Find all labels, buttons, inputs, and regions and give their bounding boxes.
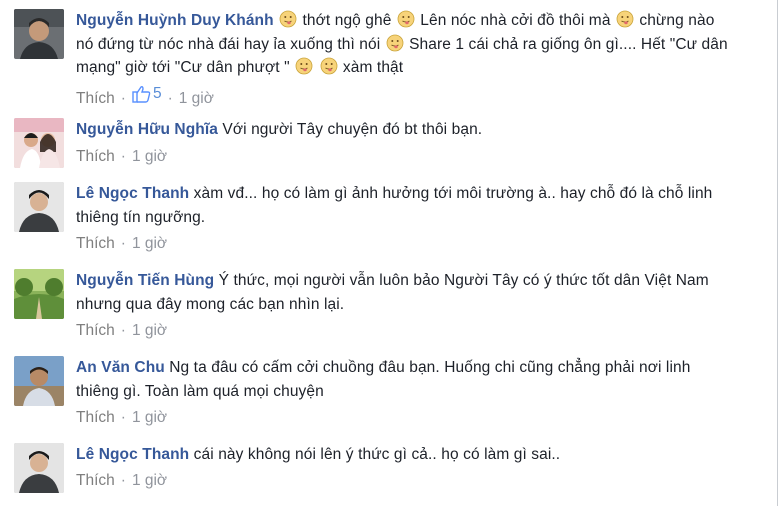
timestamp[interactable]: 1 giờ bbox=[179, 90, 214, 107]
like-link[interactable]: Thích bbox=[76, 472, 115, 489]
panel-border bbox=[777, 0, 778, 506]
like-link[interactable]: Thích bbox=[76, 90, 115, 107]
timestamp[interactable]: 1 giờ bbox=[132, 472, 167, 489]
comment-body: Nguyễn Hữu Nghĩa Với người Tây chuyện đó… bbox=[76, 118, 736, 142]
comment-author-link[interactable]: Nguyễn Huỳnh Duy Khánh bbox=[76, 12, 274, 29]
separator-dot: · bbox=[120, 472, 126, 489]
like-link[interactable]: Thích bbox=[76, 322, 115, 339]
comment-body: Lê Ngọc Thanh xàm vđ... họ có làm gì ảnh… bbox=[76, 182, 736, 229]
avatar[interactable] bbox=[14, 182, 64, 232]
separator-dot: · bbox=[120, 90, 126, 107]
comment-author-link[interactable]: Lê Ngọc Thanh bbox=[76, 185, 189, 202]
comment-body: Nguyễn Tiến Hùng Ý thức, mọi người vẫn l… bbox=[76, 269, 736, 316]
tongue-face-emoticon-icon bbox=[279, 10, 297, 28]
comment-body: Lê Ngọc Thanh cái này không nói lên ý th… bbox=[76, 443, 736, 467]
timestamp[interactable]: 1 giờ bbox=[132, 409, 167, 426]
thumbs-up-icon bbox=[132, 86, 151, 103]
comment-actions: Thích · 5 · 1 giờ bbox=[76, 84, 214, 109]
separator-dot: · bbox=[120, 148, 126, 165]
like-count[interactable]: 5 bbox=[132, 84, 162, 104]
avatar[interactable] bbox=[14, 118, 64, 168]
comment-text: Ng ta đâu có cấm cởi chuồng đâu bạn. Huố… bbox=[76, 359, 691, 400]
comment-author-link[interactable]: Lê Ngọc Thanh bbox=[76, 446, 189, 463]
separator-dot: · bbox=[167, 90, 173, 107]
timestamp[interactable]: 1 giờ bbox=[132, 322, 167, 339]
tongue-face-emoticon-icon bbox=[295, 57, 313, 75]
tongue-face-emoticon-icon bbox=[616, 10, 634, 28]
like-link[interactable]: Thích bbox=[76, 235, 115, 252]
separator-dot: · bbox=[120, 409, 126, 426]
comment-actions: Thích · 1 giờ bbox=[76, 321, 167, 341]
avatar[interactable] bbox=[14, 9, 64, 59]
comment-actions: Thích · 1 giờ bbox=[76, 408, 167, 428]
comment-body: Nguyễn Huỳnh Duy Khánh thớt ngộ ghê Lên … bbox=[76, 9, 736, 80]
comment-author-link[interactable]: An Văn Chu bbox=[76, 359, 165, 376]
timestamp[interactable]: 1 giờ bbox=[132, 235, 167, 252]
comment-text: cái này không nói lên ý thức gì cả.. họ … bbox=[193, 446, 561, 463]
comment-text: thớt ngộ ghê bbox=[298, 12, 396, 29]
like-link[interactable]: Thích bbox=[76, 409, 115, 426]
avatar[interactable] bbox=[14, 443, 64, 493]
avatar[interactable] bbox=[14, 356, 64, 406]
like-link[interactable]: Thích bbox=[76, 148, 115, 165]
comment-body: An Văn Chu Ng ta đâu có cấm cởi chuồng đ… bbox=[76, 356, 736, 403]
timestamp[interactable]: 1 giờ bbox=[132, 148, 167, 165]
comment-actions: Thích · 1 giờ bbox=[76, 471, 167, 491]
comment-text: Với người Tây chuyện đó bt thôi bạn. bbox=[222, 121, 483, 138]
comment-author-link[interactable]: Nguyễn Hữu Nghĩa bbox=[76, 121, 218, 138]
comment-author-link[interactable]: Nguyễn Tiến Hùng bbox=[76, 272, 214, 289]
comment-text: Lên nóc nhà cởi đồ thôi mà bbox=[415, 12, 615, 29]
separator-dot: · bbox=[120, 322, 126, 339]
separator-dot: · bbox=[120, 235, 126, 252]
like-count-value: 5 bbox=[152, 85, 162, 102]
comment-actions: Thích · 1 giờ bbox=[76, 234, 167, 254]
tongue-face-emoticon-icon bbox=[397, 10, 415, 28]
comment-actions: Thích · 1 giờ bbox=[76, 147, 167, 167]
tongue-face-emoticon-icon bbox=[386, 34, 404, 52]
comment-text: xàm thật bbox=[338, 59, 404, 76]
comment-text bbox=[314, 59, 318, 76]
avatar[interactable] bbox=[14, 269, 64, 319]
tongue-face-emoticon-icon bbox=[320, 57, 338, 75]
